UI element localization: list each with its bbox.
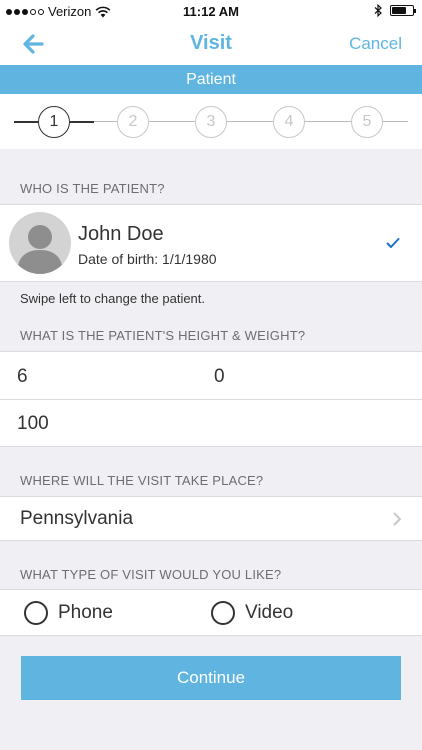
height-weight-group: 6 0 100 xyxy=(0,351,422,447)
step-4[interactable]: 4 xyxy=(273,106,305,138)
navigation-bar: Visit Cancel xyxy=(0,22,422,65)
user-placeholder-icon xyxy=(17,225,63,274)
progress-stepper: 1 2 3 4 5 xyxy=(0,94,422,149)
location-selector[interactable]: Pennsylvania xyxy=(0,496,422,541)
patient-section-label: WHO IS THE PATIENT? xyxy=(20,181,165,196)
continue-button[interactable]: Continue xyxy=(21,656,401,700)
height-weight-label: WHAT IS THE PATIENT'S HEIGHT & WEIGHT? xyxy=(20,328,306,343)
chevron-right-icon xyxy=(393,512,401,526)
step-1[interactable]: 1 xyxy=(38,106,70,138)
avatar xyxy=(9,212,71,274)
visit-type-video[interactable]: Video xyxy=(211,601,293,625)
height-feet-input[interactable]: 6 xyxy=(17,366,28,388)
step-2[interactable]: 2 xyxy=(117,106,149,138)
height-inches-input[interactable]: 0 xyxy=(214,366,225,388)
clock: 11:12 AM xyxy=(183,4,239,19)
row-divider xyxy=(0,399,422,400)
swipe-hint: Swipe left to change the patient. xyxy=(20,291,206,306)
step-3[interactable]: 3 xyxy=(195,106,227,138)
section-banner: Patient xyxy=(0,65,422,94)
location-value: Pennsylvania xyxy=(20,508,134,529)
status-bar: Verizon 11:12 AM xyxy=(0,0,422,22)
phone-radio[interactable] xyxy=(24,601,48,625)
location-label: WHERE WILL THE VISIT TAKE PLACE? xyxy=(20,473,264,488)
cancel-button[interactable]: Cancel xyxy=(349,34,402,54)
phone-label: Phone xyxy=(58,602,113,623)
checkmark-icon xyxy=(386,238,400,248)
visit-type-group: Phone Video xyxy=(0,589,422,636)
bluetooth-icon xyxy=(374,4,382,17)
battery-icon xyxy=(390,5,416,16)
video-radio[interactable] xyxy=(211,601,235,625)
patient-dob: Date of birth: 1/1/1980 xyxy=(78,251,217,267)
visit-type-phone[interactable]: Phone xyxy=(24,601,113,625)
step-5[interactable]: 5 xyxy=(351,106,383,138)
patient-name: John Doe xyxy=(78,223,164,245)
weight-input[interactable]: 100 xyxy=(17,413,49,435)
video-label: Video xyxy=(245,602,294,623)
patient-card[interactable]: John Doe Date of birth: 1/1/1980 xyxy=(0,204,422,282)
visit-type-label: WHAT TYPE OF VISIT WOULD YOU LIKE? xyxy=(20,567,282,582)
